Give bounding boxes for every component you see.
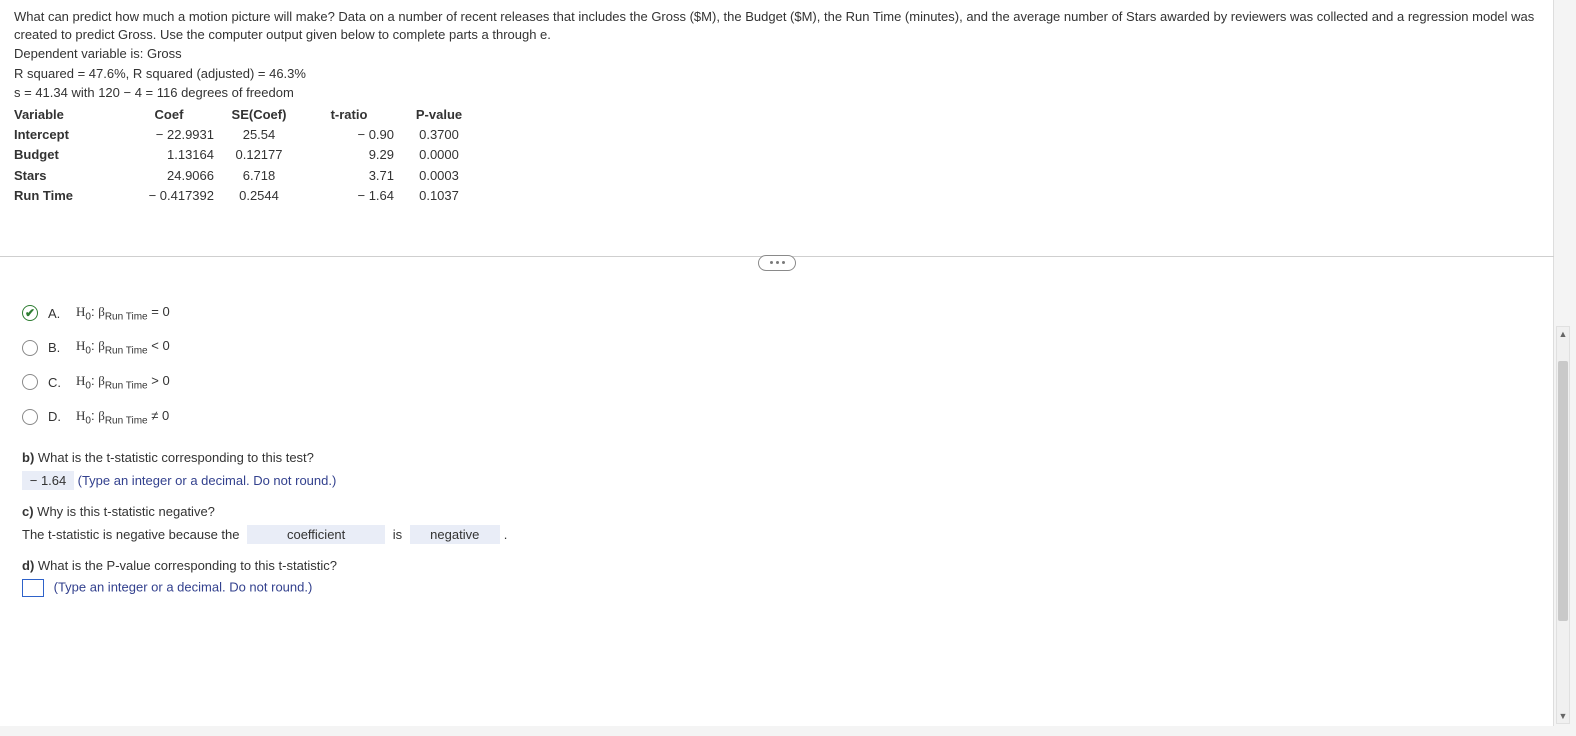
radio-c[interactable] <box>22 374 38 390</box>
dropdown-c1[interactable]: coefficient <box>247 525 385 544</box>
col-coef: Coef <box>124 105 214 125</box>
question-body: ✔ A. H0: βRun Time = 0 B. H0: βRun Time … <box>0 288 1554 617</box>
scroll-down-icon[interactable]: ▼ <box>1557 709 1569 723</box>
col-pvalue: P-value <box>394 105 484 125</box>
option-letter: A. <box>48 306 66 321</box>
hypothesis-b: H0: βRun Time < 0 <box>76 338 170 357</box>
hypothesis-d: H0: βRun Time ≠ 0 <box>76 408 169 427</box>
dropdown-c2[interactable]: negative <box>410 525 500 544</box>
answer-d-line: (Type an integer or a decimal. Do not ro… <box>22 579 1534 597</box>
col-secoef: SE(Coef) <box>214 105 304 125</box>
table-row: Intercept − 22.9931 25.54 − 0.90 0.3700 <box>14 125 1540 145</box>
option-letter: D. <box>48 409 66 424</box>
check-icon: ✔ <box>25 307 35 319</box>
option-group-a: ✔ A. H0: βRun Time = 0 B. H0: βRun Time … <box>22 298 1534 436</box>
question-d: d) What is the P-value corresponding to … <box>22 558 1534 573</box>
question-b: b) What is the t-statistic corresponding… <box>22 450 1534 465</box>
answer-b-value[interactable]: − 1.64 <box>22 471 74 490</box>
col-tratio: t-ratio <box>304 105 394 125</box>
option-d[interactable]: D. H0: βRun Time ≠ 0 <box>22 402 1534 437</box>
question-header: What can predict how much a motion pictu… <box>0 0 1554 206</box>
hypothesis-a: H0: βRun Time = 0 <box>76 304 170 323</box>
answer-c-sentence: The t-statistic is negative because the … <box>22 525 1534 544</box>
section-divider <box>0 256 1554 270</box>
scroll-up-icon[interactable]: ▲ <box>1557 327 1569 341</box>
answer-d-hint: (Type an integer or a decimal. Do not ro… <box>50 580 312 595</box>
dependent-variable: Dependent variable is: Gross <box>14 45 1540 63</box>
radio-d[interactable] <box>22 409 38 425</box>
radio-b[interactable] <box>22 340 38 356</box>
option-c[interactable]: C. H0: βRun Time > 0 <box>22 367 1534 402</box>
s-line: s = 41.34 with 120 − 4 = 116 degrees of … <box>14 84 1540 102</box>
col-variable: Variable <box>14 105 124 125</box>
regression-table: Variable Coef SE(Coef) t-ratio P-value I… <box>14 105 1540 206</box>
expand-toggle[interactable] <box>758 255 796 271</box>
option-a[interactable]: ✔ A. H0: βRun Time = 0 <box>22 298 1534 333</box>
option-letter: C. <box>48 375 66 390</box>
radio-a[interactable]: ✔ <box>22 305 38 321</box>
answer-b-hint: (Type an integer or a decimal. Do not ro… <box>74 473 336 488</box>
vertical-scrollbar[interactable]: ▲ ▼ <box>1556 326 1570 724</box>
scroll-thumb[interactable] <box>1558 361 1568 621</box>
page: What can predict how much a motion pictu… <box>0 0 1554 726</box>
hypothesis-c: H0: βRun Time > 0 <box>76 373 170 392</box>
intro-text: What can predict how much a motion pictu… <box>14 8 1540 44</box>
option-letter: B. <box>48 340 66 355</box>
question-c: c) Why is this t-statistic negative? <box>22 504 1534 519</box>
answer-b-line: − 1.64 (Type an integer or a decimal. Do… <box>22 471 1534 490</box>
table-header-row: Variable Coef SE(Coef) t-ratio P-value <box>14 105 1540 125</box>
app-frame: What can predict how much a motion pictu… <box>0 0 1576 736</box>
table-row: Stars 24.9066 6.718 3.71 0.0003 <box>14 166 1540 186</box>
option-b[interactable]: B. H0: βRun Time < 0 <box>22 332 1534 367</box>
answer-d-input[interactable] <box>22 579 44 597</box>
scroll-track[interactable] <box>1557 341 1569 709</box>
r-squared-line: R squared = 47.6%, R squared (adjusted) … <box>14 65 1540 83</box>
table-row: Budget 1.13164 0.12177 9.29 0.0000 <box>14 145 1540 165</box>
table-row: Run Time − 0.417392 0.2544 − 1.64 0.1037 <box>14 186 1540 206</box>
